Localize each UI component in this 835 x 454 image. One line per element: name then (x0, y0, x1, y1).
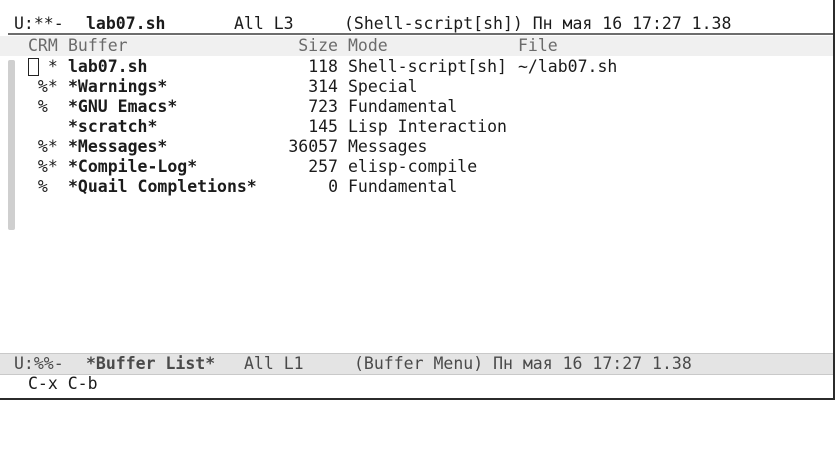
buffer-row-size: 118 (308, 57, 338, 76)
buffer-row-warnings[interactable]: %* *Warnings* 314 Special (0, 77, 833, 97)
buffer-row-scratch[interactable]: *scratch* 145 Lisp Interaction (0, 117, 833, 137)
buffer-row-flags: %* (28, 157, 58, 176)
buffer-row-quail-completions[interactable]: % *Quail Completions* 0 Fundamental (0, 177, 833, 197)
top-modeline-mode-time: (Shell-script[sh]) Пн мая 16 17:27 1.38 (344, 14, 732, 33)
buffer-row-name[interactable]: *scratch* (68, 117, 157, 137)
buffer-row-flags: %* (28, 137, 58, 156)
buffer-row-compile-log[interactable]: %* *Compile-Log* 257 elisp-compile (0, 157, 833, 177)
buffer-row-size: 314 (308, 77, 338, 96)
buffer-row-file[interactable]: ~/lab07.sh (518, 57, 617, 77)
column-header-file[interactable]: File (518, 36, 558, 56)
buffer-row-name[interactable]: *Messages* (68, 137, 167, 157)
buffer-row-size: 257 (308, 157, 338, 176)
column-header-size[interactable]: Size (290, 36, 338, 56)
bottom-modeline-status: U:%%- (14, 354, 64, 373)
buffer-row-name[interactable]: *Compile-Log* (68, 157, 197, 177)
buffer-row-size: 36057 (288, 137, 338, 156)
echo-area[interactable]: C-x C-b (28, 374, 98, 394)
buffer-row-lab07[interactable]: * lab07.sh 118 Shell-script[sh] ~/lab07.… (0, 57, 833, 77)
buffer-row-flags: % (28, 97, 48, 116)
bottom-modeline-mode-time: (Buffer Menu) Пн мая 16 17:27 1.38 (354, 354, 692, 373)
buffer-list-header: CRM Buffer Size Mode File (0, 36, 833, 56)
buffer-row-mode: Special (348, 77, 418, 96)
buffer-row-size: 145 (308, 117, 338, 136)
top-modeline-buffer-name[interactable]: lab07.sh (86, 14, 165, 34)
buffer-row-flags: %* (28, 77, 58, 96)
buffer-row-size: 723 (308, 97, 338, 116)
bottom-modeline-buffer-name[interactable]: *Buffer List* (86, 354, 215, 374)
buffer-row-name[interactable]: *GNU Emacs* (68, 97, 177, 117)
buffer-row-mode: elisp-compile (348, 157, 478, 176)
buffer-row-flags: % (28, 177, 48, 196)
top-modeline-status: U:**- (14, 14, 64, 33)
mode-line-divider (8, 33, 833, 35)
bottom-modeline-position: All L1 (244, 354, 304, 373)
bottom-mode-line: U:%%- *Buffer List* All L1 (Buffer Menu)… (0, 353, 833, 375)
buffer-row-messages[interactable]: %* *Messages* 36057 Messages (0, 137, 833, 157)
column-header-crm[interactable]: CRM (28, 36, 58, 56)
buffer-row-name[interactable]: lab07.sh (68, 57, 147, 77)
buffer-row-name[interactable]: *Quail Completions* (68, 177, 257, 197)
buffer-row-mode: Fundamental (348, 97, 458, 116)
column-header-buffer[interactable]: Buffer (68, 36, 128, 56)
top-modeline-position: All L3 (234, 14, 294, 33)
buffer-row-mode: Lisp Interaction (348, 117, 507, 136)
column-header-mode[interactable]: Mode (348, 36, 388, 56)
buffer-row-flags: * (28, 57, 58, 76)
buffer-row-size: 0 (328, 177, 338, 196)
top-mode-line: U:**- lab07.sh All L3 (Shell-script[sh])… (0, 14, 833, 34)
buffer-row-name[interactable]: *Warnings* (68, 77, 167, 97)
buffer-row-mode: Shell-script[sh] (348, 57, 507, 76)
buffer-row-mode: Fundamental (348, 177, 458, 196)
buffer-row-mode: Messages (348, 137, 428, 156)
buffer-row-gnu-emacs[interactable]: % *GNU Emacs* 723 Fundamental (0, 97, 833, 117)
